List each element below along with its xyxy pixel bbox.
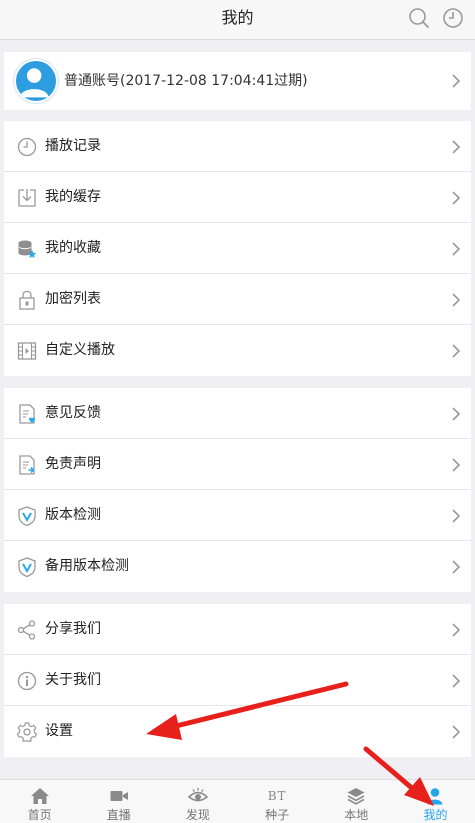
disclaimer-icon — [19, 455, 35, 475]
menu-item-feedback[interactable]: 意见反馈 — [4, 388, 471, 439]
search-icon[interactable] — [407, 6, 431, 30]
menu-item-my-cache[interactable]: 我的缓存 — [4, 172, 471, 223]
bottom-tab-bar: 首页 直播 发现 BT 种子 本地 我的 — [0, 779, 475, 823]
menu-item-label: 播放记录 — [45, 138, 101, 154]
menu-item-label: 我的收藏 — [45, 240, 101, 256]
menu-group-support: 意见反馈 免责声明 版本检测 备用版本检测 — [4, 388, 471, 592]
menu-item-label: 免责声明 — [45, 456, 101, 472]
menu-item-label: 备用版本检测 — [45, 558, 129, 574]
chevron-right-icon — [452, 344, 461, 358]
menu-item-encrypted-list[interactable]: 加密列表 — [4, 274, 471, 325]
chevron-right-icon — [452, 509, 461, 523]
tab-label: 本地 — [344, 808, 369, 822]
menu-group-media: 播放记录 我的缓存 我的收藏 加密列表 自定义播放 — [4, 121, 471, 376]
chevron-right-icon — [452, 560, 461, 574]
menu-item-label: 我的缓存 — [45, 189, 101, 205]
tab-label: 种子 — [265, 808, 290, 822]
video-camera-icon — [110, 791, 128, 801]
chevron-right-icon — [452, 674, 461, 688]
tab-label: 首页 — [27, 808, 52, 822]
menu-item-version-check[interactable]: 版本检测 — [4, 490, 471, 541]
tab-mine[interactable]: 我的 — [396, 780, 475, 823]
tab-discover[interactable]: 发现 — [158, 780, 237, 823]
menu-group-about: 分享我们 关于我们 设置 — [4, 604, 471, 757]
menu-item-backup-version-check[interactable]: 备用版本检测 — [4, 541, 471, 592]
chevron-right-icon — [452, 407, 461, 421]
chevron-right-icon — [452, 242, 461, 256]
menu-item-label: 版本检测 — [45, 507, 101, 523]
menu-item-label: 加密列表 — [45, 291, 101, 307]
user-avatar-icon — [19, 68, 49, 98]
tab-seeds[interactable]: BT 种子 — [238, 780, 317, 823]
user-icon — [427, 788, 443, 805]
favorites-icon — [18, 240, 37, 258]
chevron-right-icon — [452, 191, 461, 205]
top-bar: 我的 — [0, 0, 475, 40]
menu-item-share[interactable]: 分享我们 — [4, 604, 471, 655]
info-icon — [17, 671, 37, 691]
tab-label: 直播 — [106, 808, 131, 822]
menu-item-label: 设置 — [45, 723, 73, 739]
layers-icon — [347, 788, 365, 805]
account-row[interactable]: 普通账号(2017-12-08 17:04:41过期) — [4, 52, 471, 110]
tab-label: 我的 — [423, 808, 448, 822]
clock-icon — [17, 137, 37, 157]
download-icon — [18, 189, 36, 207]
menu-item-settings[interactable]: 设置 — [4, 706, 471, 757]
version-check-icon — [18, 506, 36, 527]
menu-item-favorites[interactable]: 我的收藏 — [4, 223, 471, 274]
lock-icon — [19, 290, 35, 310]
page-title: 我的 — [221, 8, 254, 27]
menu-item-disclaimer[interactable]: 免责声明 — [4, 439, 471, 490]
backup-version-check-icon — [18, 557, 36, 578]
chevron-right-icon — [452, 74, 461, 88]
chevron-right-icon — [452, 623, 461, 637]
menu-item-play-history[interactable]: 播放记录 — [4, 121, 471, 172]
menu-item-label: 分享我们 — [45, 621, 101, 637]
chevron-right-icon — [452, 458, 461, 472]
menu-item-label: 自定义播放 — [45, 342, 115, 358]
chevron-right-icon — [452, 725, 461, 739]
menu-item-label: 意见反馈 — [45, 405, 101, 421]
share-icon — [17, 620, 36, 640]
eye-icon — [187, 788, 208, 802]
tab-home[interactable]: 首页 — [0, 780, 79, 823]
tab-label: 发现 — [185, 808, 210, 822]
settings-icon — [16, 722, 38, 742]
menu-item-about[interactable]: 关于我们 — [4, 655, 471, 706]
chevron-right-icon — [452, 293, 461, 307]
account-status: 普通账号(2017-12-08 17:04:41过期) — [64, 73, 308, 89]
tab-live[interactable]: 直播 — [79, 780, 158, 823]
avatar — [14, 59, 58, 103]
feedback-icon — [19, 404, 35, 424]
menu-item-label: 关于我们 — [45, 672, 101, 688]
tab-local[interactable]: 本地 — [317, 780, 396, 823]
chevron-right-icon — [452, 140, 461, 154]
bt-icon: BT — [267, 789, 287, 803]
home-icon — [30, 788, 49, 804]
clock-icon[interactable] — [441, 6, 465, 30]
film-icon — [17, 342, 37, 360]
menu-item-custom-play[interactable]: 自定义播放 — [4, 325, 471, 376]
